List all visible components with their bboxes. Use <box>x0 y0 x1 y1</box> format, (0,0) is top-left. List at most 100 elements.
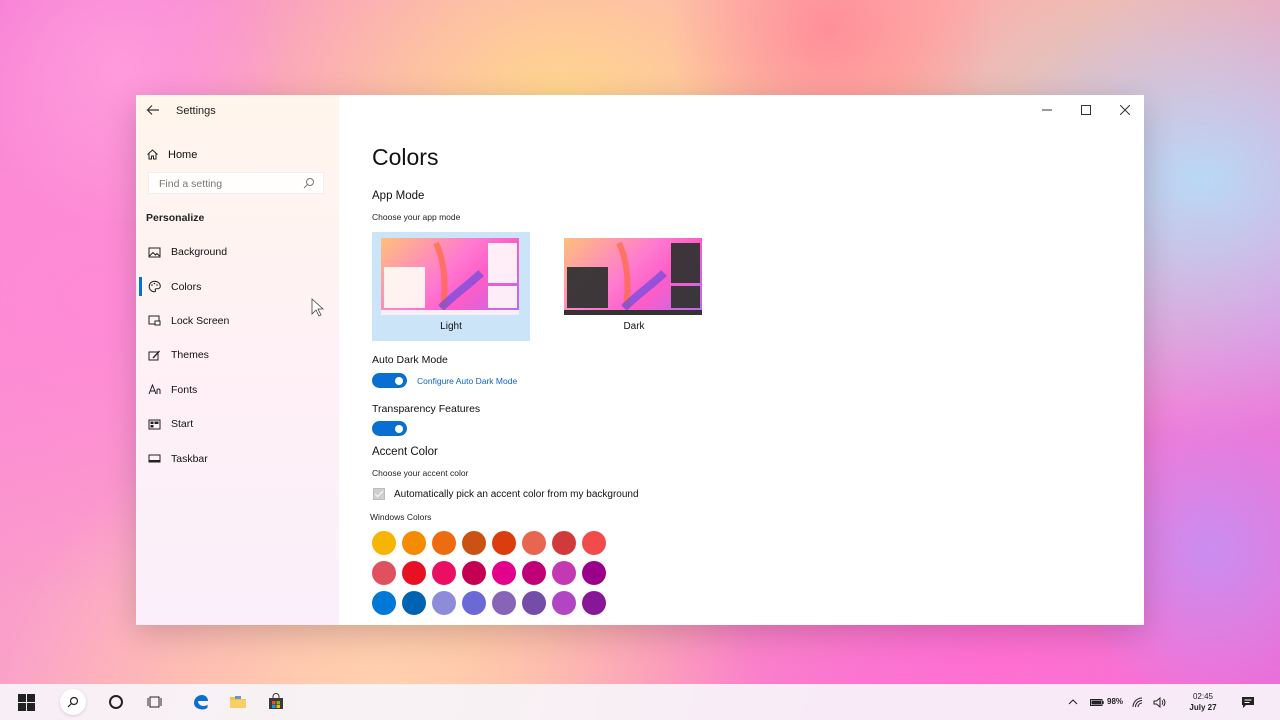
accent-color-swatch[interactable] <box>552 531 576 555</box>
taskbar-icon <box>148 454 161 463</box>
sidebar-item-label: Colors <box>171 280 202 293</box>
auto-accent-checkbox[interactable] <box>373 488 385 500</box>
close-button[interactable] <box>1105 95 1144 125</box>
accent-color-swatch[interactable] <box>492 591 516 615</box>
app-mode-dark-option[interactable]: Dark <box>555 232 713 341</box>
search-input[interactable]: Find a setting <box>148 172 324 194</box>
sidebar-item-background[interactable]: Background <box>136 235 339 269</box>
accent-color-swatch[interactable] <box>372 531 396 555</box>
accent-color-heading: Accent Color <box>372 446 438 458</box>
light-mode-preview <box>381 238 519 315</box>
auto-dark-mode-toggle[interactable] <box>372 373 407 388</box>
accent-color-swatch[interactable] <box>522 591 546 615</box>
font-icon <box>148 383 161 395</box>
brush-icon <box>148 350 160 361</box>
transparency-toggle[interactable] <box>372 421 407 436</box>
accent-color-swatch[interactable] <box>372 591 396 615</box>
edge-button[interactable] <box>187 684 213 720</box>
action-center-button[interactable] <box>1238 684 1258 720</box>
title-bar: Settings <box>136 95 339 127</box>
section-label: Personalize <box>146 212 205 224</box>
notification-icon <box>1242 696 1254 708</box>
network-indicator[interactable] <box>1130 684 1146 720</box>
window-controls <box>1027 95 1144 125</box>
file-explorer-button[interactable] <box>225 684 251 720</box>
sidebar-item-start[interactable]: Start <box>136 407 339 441</box>
nav-home[interactable]: Home <box>146 148 197 161</box>
sidebar-item-fonts[interactable]: Fonts <box>136 373 339 407</box>
sidebar-item-label: Fonts <box>171 383 198 396</box>
accent-color-swatch[interactable] <box>582 561 606 585</box>
swatch-row <box>372 561 612 585</box>
taskbar: 98% 02:45 July 27 <box>0 684 1280 720</box>
lock-screen-icon <box>148 315 161 326</box>
taskbar-search-button[interactable] <box>60 684 86 720</box>
store-button[interactable] <box>263 684 289 720</box>
cortana-button[interactable] <box>103 684 129 720</box>
taskbar-clock[interactable]: 02:45 July 27 <box>1184 691 1222 713</box>
accent-swatch-grid <box>372 531 612 621</box>
show-hidden-icons-button[interactable] <box>1064 684 1082 720</box>
search-icon <box>67 696 79 708</box>
task-view-icon <box>147 696 162 708</box>
accent-color-swatch[interactable] <box>462 531 486 555</box>
accent-color-swatch[interactable] <box>582 531 606 555</box>
maximize-button[interactable] <box>1066 95 1105 125</box>
minimize-button[interactable] <box>1027 95 1066 125</box>
main-content: Colors App Mode Choose your app mode Lig… <box>339 95 1144 625</box>
battery-icon <box>1090 698 1104 706</box>
accent-color-swatch[interactable] <box>582 591 606 615</box>
chevron-up-icon <box>1068 699 1078 705</box>
accent-color-swatch[interactable] <box>462 561 486 585</box>
accent-color-swatch[interactable] <box>372 561 396 585</box>
back-arrow-icon[interactable] <box>146 103 162 119</box>
start-button[interactable] <box>13 684 39 720</box>
accent-color-swatch[interactable] <box>402 531 426 555</box>
app-title: Settings <box>176 105 216 117</box>
windows-logo-icon <box>17 693 35 711</box>
accent-color-caption: Choose your accent color <box>372 468 469 478</box>
accent-color-swatch[interactable] <box>432 561 456 585</box>
battery-percent: 98% <box>1107 697 1124 706</box>
accent-color-swatch[interactable] <box>432 531 456 555</box>
minimize-icon <box>1041 109 1052 111</box>
windows-colors-label: Windows Colors <box>370 512 432 522</box>
sidebar-item-colors[interactable]: Colors <box>136 269 339 303</box>
swatch-row <box>372 591 612 615</box>
volume-indicator[interactable] <box>1151 684 1167 720</box>
accent-color-swatch[interactable] <box>462 591 486 615</box>
accent-color-swatch[interactable] <box>432 591 456 615</box>
accent-color-swatch[interactable] <box>492 561 516 585</box>
accent-color-swatch[interactable] <box>402 561 426 585</box>
page-title: Colors <box>372 144 439 170</box>
accent-color-swatch[interactable] <box>552 591 576 615</box>
dark-mode-preview <box>564 238 702 315</box>
sidebar-item-label: Background <box>171 246 228 259</box>
accent-color-swatch[interactable] <box>522 561 546 585</box>
accent-color-swatch[interactable] <box>402 591 426 615</box>
task-view-button[interactable] <box>142 684 168 720</box>
configure-auto-dark-mode-link[interactable]: Configure Auto Dark Mode <box>417 376 517 386</box>
sidebar-item-label: Taskbar <box>171 452 208 465</box>
mouse-cursor-icon <box>311 298 325 317</box>
folder-icon <box>230 696 246 708</box>
clock-time: 02:45 <box>1192 692 1214 701</box>
swatch-row <box>372 531 612 555</box>
sidebar-item-themes[interactable]: Themes <box>136 338 339 372</box>
clock-date: July 27 <box>1189 703 1217 712</box>
sidebar-item-lock-screen[interactable]: Lock Screen <box>136 304 339 338</box>
sidebar-item-taskbar[interactable]: Taskbar <box>136 441 339 475</box>
accent-color-swatch[interactable] <box>522 531 546 555</box>
palette-icon <box>148 280 161 293</box>
sidebar-item-label: Start <box>171 418 194 431</box>
wifi-icon <box>1132 697 1143 707</box>
accent-color-swatch[interactable] <box>492 531 516 555</box>
edge-icon <box>194 695 208 710</box>
image-icon <box>148 247 161 258</box>
accent-color-swatch[interactable] <box>552 561 576 585</box>
mode-label-dark: Dark <box>623 321 645 332</box>
search-icon[interactable] <box>303 177 315 189</box>
app-mode-light-option[interactable]: Light <box>372 232 530 341</box>
battery-indicator[interactable] <box>1089 684 1105 720</box>
maximize-icon <box>1080 105 1091 115</box>
